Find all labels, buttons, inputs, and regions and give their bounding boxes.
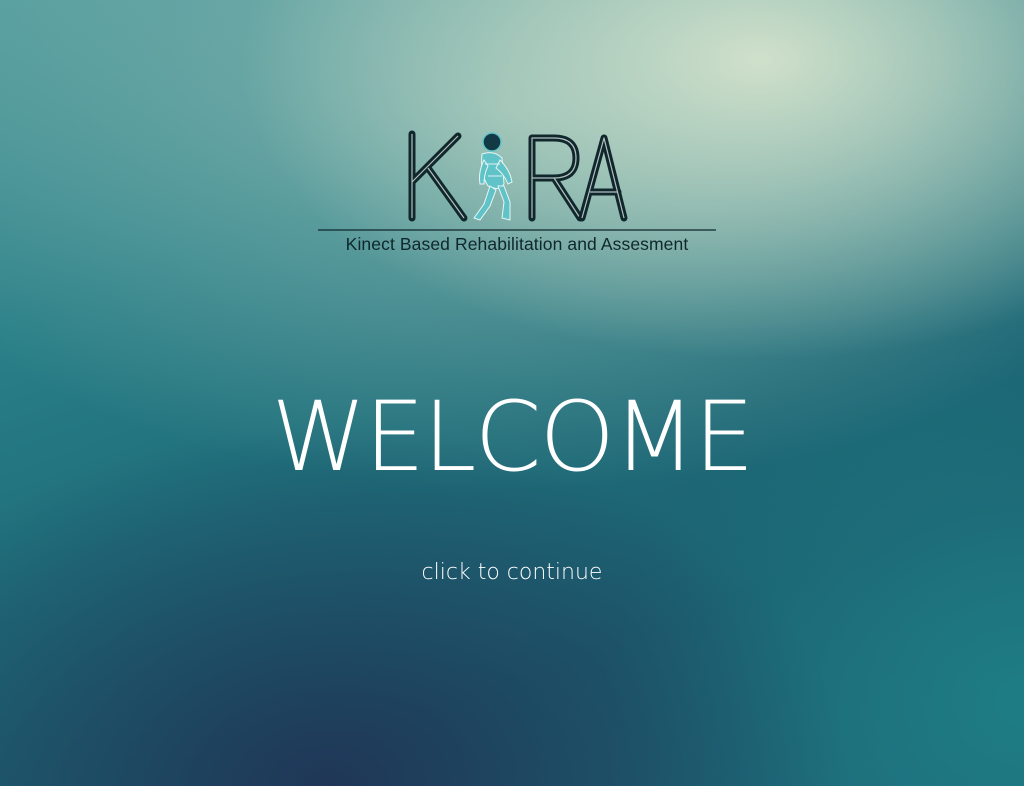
welcome-heading: WELCOME (0, 382, 1024, 492)
walking-person-icon (473, 132, 513, 221)
welcome-text: WELCOME (271, 381, 754, 493)
logo-letter-a (578, 134, 628, 222)
logo-subtitle: Kinect Based Rehabilitation and Assesmen… (345, 234, 689, 254)
click-to-continue[interactable]: click to continue (0, 560, 1024, 585)
logo-letter-k (408, 130, 468, 222)
